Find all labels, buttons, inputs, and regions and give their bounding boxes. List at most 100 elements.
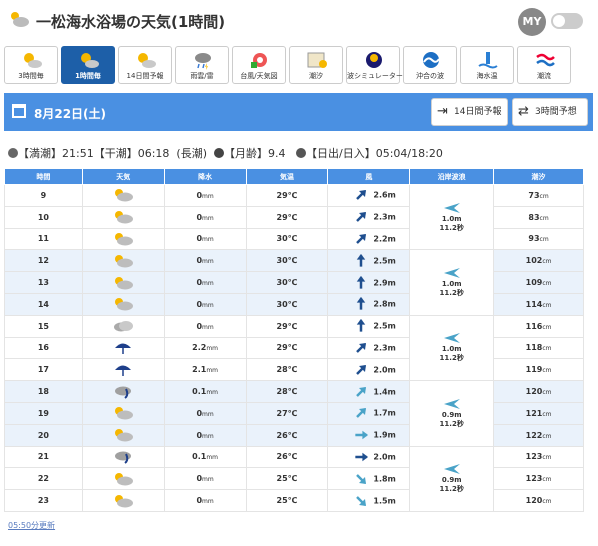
wave-height: 1.0m [441,214,462,223]
tab-7[interactable]: 沖合の波 [403,46,457,84]
weather-cell [81,271,165,294]
hour-cell: 10 [4,205,83,229]
sunrise-icon [296,148,306,158]
table-row: 18 0.1mm 28℃ 1.4m 0.9m 11.2秒 120cm [4,380,584,447]
forecast-date: 8月22日(土) [34,107,107,121]
hour-cell: 13 [4,271,83,294]
wind-cell: 2.0m [327,445,411,469]
forecast-tabs: 3時間毎 1時間毎 14日間予報 雨雲/雷 台風/天気図 潮汐 波シミュレーター 沖合の波 海水… [4,46,594,86]
tab-0[interactable]: 3時間毎 [4,46,58,84]
weather-cell [81,249,165,273]
wind-cell: 1.5m [327,489,411,512]
hour-cell: 14 [4,292,83,316]
wind-cell: 1.9m [327,423,411,447]
temp-cell: 30℃ [245,292,329,316]
wave-period: 11.2秒 [439,419,464,428]
weather-cell [81,489,165,512]
table-row: 23 0mm 25℃ 1.5m 120cm [4,489,584,512]
wind-cell: 1.8m [327,467,411,491]
14day-forecast-button[interactable]: ⇥ 14日間予報 [431,98,508,126]
wind-arrow-icon [354,385,368,399]
wind-cell: 2.3m [327,336,411,360]
hour-cell: 19 [4,401,83,425]
column-header: 沿岸波浪 [409,168,495,185]
rain-cell: 0mm [163,292,247,316]
cloudy-sun-icon [112,210,134,224]
rain-cell: 0mm [163,467,247,491]
temp-cell: 25℃ [245,467,329,491]
tide-sun-info: 【満潮】21:51【干潮】06:18 (長潮) 【月齢】9.4 【日出/日入】0… [8,145,443,161]
wind-cell: 2.3m [327,205,411,229]
wave-direction-icon [443,398,460,409]
cloudy-sun-icon [112,428,134,442]
rain-cell: 0.1mm [163,380,247,403]
cloudy-sun-icon [112,276,134,290]
wind-cell: 1.4m [327,380,411,403]
hour-cell: 12 [4,249,83,273]
wind-cell: 2.2m [327,227,411,251]
table-row: 21 0.1mm 26℃ 2.0m 0.9m 11.2秒 123cm [4,445,584,512]
tab-label: 1時間毎 [75,72,101,80]
table-row: 17 2.1mm 28℃ 2.0m 119cm [4,358,584,382]
tide-cell: 93cm [493,227,584,251]
tab-8[interactable]: 海水温 [460,46,514,84]
tab-2[interactable]: 14日間予報 [118,46,172,84]
wind-arrow-icon [354,363,368,377]
temp-cell: 29℃ [245,184,329,207]
tab-3[interactable]: 雨雲/雷 [175,46,229,84]
table-row: 20 0mm 26℃ 1.9m 122cm [4,423,584,447]
weather-cell [81,336,165,360]
cloudy-sun-icon [112,406,134,420]
my-toggle[interactable] [551,13,583,29]
table-row: 16 2.2mm 29℃ 2.3m 118cm [4,336,584,360]
table-row: 19 0mm 27℃ 1.7m 121cm [4,401,584,425]
tab-1[interactable]: 1時間毎 [61,46,115,84]
my-button[interactable]: MY [518,8,546,36]
column-header: 時間 [4,168,83,185]
table-row: 15 0mm 29℃ 2.5m 1.0m 11.2秒 116cm [4,314,584,382]
tide-icon [8,148,18,158]
wind-cell: 2.5m [327,249,411,273]
tab-label: 14日間予報 [126,72,164,80]
tab-label: 雨雲/雷 [190,72,214,80]
tab-4[interactable]: 台風/天気図 [232,46,286,84]
tide-cell: 118cm [493,336,584,360]
table-row: 10 0mm 29℃ 2.3m 83cm [4,205,584,229]
rain-cell: 0mm [163,401,247,425]
hour-cell: 18 [4,380,83,403]
wind-cell: 2.8m [327,292,411,316]
wind-arrow-icon [354,428,369,442]
3hour-forecast-button[interactable]: ⇄ 3時間予想 [512,98,588,126]
weather-cell [81,184,165,207]
column-header: 風 [327,168,411,185]
rain-cell: 0mm [163,489,247,512]
rain-cell: 0mm [163,205,247,229]
table-row: 22 0mm 25℃ 1.8m 123cm [4,467,584,491]
weather-cell [81,292,165,316]
tide-cell: 120cm [493,489,584,512]
typhoon-map-icon [249,50,271,70]
wave-height: 0.9m [441,476,462,485]
tab-6[interactable]: 波シミュレーター [346,46,403,84]
wave-height: 1.0m [441,280,462,289]
page-title: 一松海水浴場の天気(1時間) [36,13,226,31]
tab-9[interactable]: 潮流 [517,46,571,84]
tide-cell: 123cm [493,445,584,469]
wave-direction-icon [443,464,460,475]
rain-cell: 0mm [163,184,247,207]
temp-cell: 30℃ [245,227,329,251]
tab-5[interactable]: 潮汐 [289,46,343,84]
temp-cell: 30℃ [245,249,329,273]
cloudy-sun-icon [112,232,134,246]
tab-label: 海水温 [476,72,498,80]
switch-arrows-icon: ⇄ [518,104,529,119]
tide-cell: 83cm [493,205,584,229]
table-row: 14 0mm 30℃ 2.8m 114cm [4,292,584,316]
tide-cell: 73cm [493,184,584,207]
wind-arrow-icon [354,253,368,268]
tide-cell: 109cm [493,271,584,294]
table-row: 9 0mm 29℃ 2.6m 1.0m 11.2秒 73cm [4,183,584,251]
updated-time-link[interactable]: 05:50分更新 [8,520,55,531]
wind-arrow-icon [354,210,368,224]
tide-cell: 121cm [493,401,584,425]
